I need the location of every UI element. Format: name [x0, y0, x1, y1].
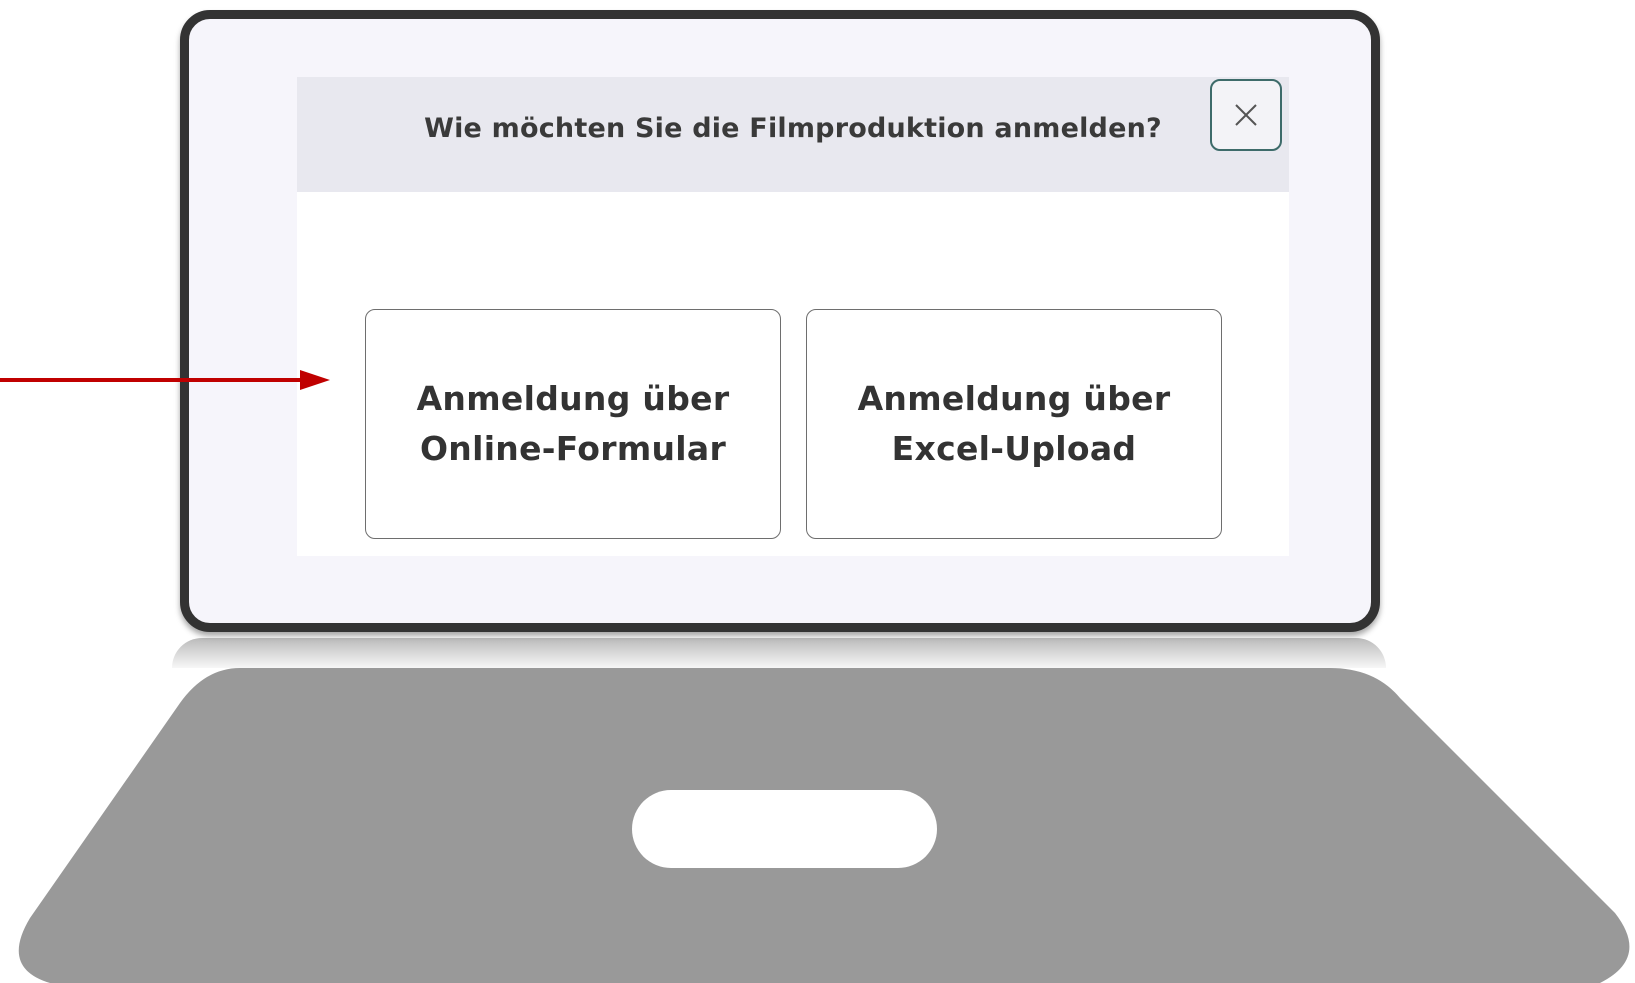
pointer-arrow — [0, 370, 330, 390]
option-label-line1: Anmeldung über — [857, 379, 1171, 418]
excel-upload-option-button[interactable]: Anmeldung über Excel-Upload — [806, 309, 1222, 539]
screen-reflection — [172, 638, 1386, 668]
dialog-title: Wie möchten Sie die Filmproduktion anmel… — [424, 113, 1162, 144]
close-button[interactable] — [1210, 79, 1282, 151]
close-icon — [1235, 104, 1257, 126]
option-label-line1: Anmeldung über — [416, 379, 730, 418]
online-form-option-button[interactable]: Anmeldung über Online-Formular — [365, 309, 781, 539]
option-label-line2: Online-Formular — [419, 429, 727, 468]
dialog-header: Wie möchten Sie die Filmproduktion anmel… — [297, 77, 1289, 192]
option-label-line2: Excel-Upload — [891, 429, 1137, 468]
trackpad — [632, 790, 937, 868]
dialog: Wie möchten Sie die Filmproduktion anmel… — [297, 77, 1289, 556]
laptop-base — [18, 668, 1630, 983]
